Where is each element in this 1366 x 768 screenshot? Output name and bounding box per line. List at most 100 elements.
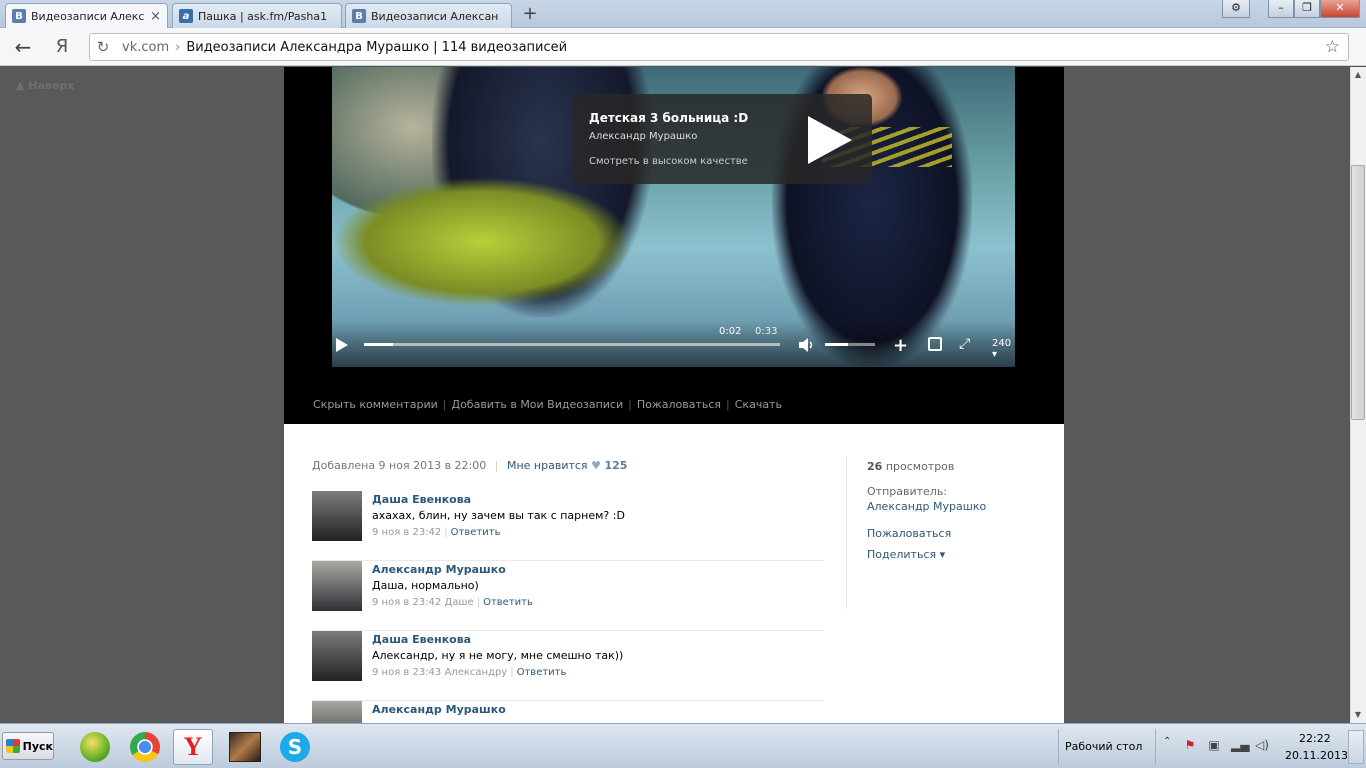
- views-count: 26 просмотров: [867, 460, 955, 473]
- scroll-up-arrow-icon[interactable]: ▲: [1352, 69, 1364, 81]
- loop-icon[interactable]: [928, 337, 942, 351]
- video-author[interactable]: Александр Мурашко: [589, 131, 697, 142]
- vk-favicon-icon: В: [12, 9, 26, 23]
- avatar[interactable]: [312, 561, 362, 611]
- avatar[interactable]: [312, 491, 362, 541]
- play-icon[interactable]: [335, 337, 349, 353]
- like-count: 125: [604, 459, 628, 472]
- comments-panel: Добавлена 9 ноя 2013 в 22:00 | Мне нрави…: [284, 424, 1064, 723]
- add-to-my-videos-link[interactable]: Добавить в Мои Видеозаписи: [451, 398, 623, 411]
- comment-author[interactable]: Даша Евенкова: [372, 633, 471, 646]
- yandex-logo-icon[interactable]: Я: [52, 36, 72, 58]
- avatar[interactable]: [312, 701, 362, 723]
- minimize-button[interactable]: –: [1268, 0, 1294, 18]
- comment-date: 9 ноя в 23:42 Даше | Ответить: [372, 597, 533, 608]
- volume-tray-icon[interactable]: ◁): [1255, 738, 1269, 752]
- comment-author[interactable]: Александр Мурашко: [372, 703, 506, 716]
- action-center-flag-icon[interactable]: ⚑: [1183, 738, 1197, 752]
- new-tab-button[interactable]: +: [519, 4, 541, 24]
- added-date: Добавлена 9 ноя 2013 в 22:00: [312, 459, 487, 472]
- yandex-browser-icon: Y: [183, 732, 203, 761]
- reply-link[interactable]: Ответить: [451, 527, 501, 538]
- show-desktop-button[interactable]: [1348, 730, 1364, 764]
- hq-link[interactable]: Смотреть в высоком качестве: [589, 156, 748, 167]
- browser-toolbar: ← Я ↻ vk.com › Видеозаписи Александра Му…: [0, 28, 1366, 66]
- volume-slider[interactable]: [825, 343, 875, 346]
- volume-icon[interactable]: [798, 337, 814, 353]
- sender-name-link[interactable]: Александр Мурашко: [867, 500, 986, 513]
- video-sidebar: 26 просмотров Отправитель: Александр Мур…: [846, 457, 1026, 609]
- duration: 0:33: [755, 326, 778, 337]
- desktop-toolbar[interactable]: Рабочий стол: [1058, 729, 1156, 765]
- video-meta: Добавлена 9 ноя 2013 в 22:00 | Мне нрави…: [312, 459, 628, 472]
- comment-author[interactable]: Даша Евенкова: [372, 493, 471, 506]
- fullscreen-icon[interactable]: ⤢: [959, 336, 970, 352]
- scroll-thumb[interactable]: [1351, 165, 1365, 420]
- comment-date: 9 ноя в 23:42 | Ответить: [372, 527, 501, 538]
- taskbar-app-yandex[interactable]: Y: [173, 729, 213, 765]
- like-link[interactable]: Мне нравится: [507, 459, 588, 472]
- clock-date[interactable]: 20.11.2013: [1285, 749, 1348, 762]
- tab-vk-videos[interactable]: В Видеозаписи Александ ×: [5, 3, 168, 28]
- address-page-title: Видеозаписи Александра Мурашко | 114 вид…: [186, 39, 568, 55]
- video-player-box: Детская 3 больница :D Александр Мурашко …: [284, 67, 1064, 424]
- download-link[interactable]: Скачать: [735, 398, 782, 411]
- start-button[interactable]: Пуск: [2, 732, 54, 760]
- reload-icon[interactable]: ↻: [90, 38, 116, 56]
- volume-fill: [825, 343, 848, 346]
- comment-item: Даша Евенкова ахахах, блин, ну зачем вы …: [312, 491, 824, 561]
- taskbar-app-chrome[interactable]: [125, 729, 165, 765]
- quality-select[interactable]: 240 ▾: [992, 338, 1015, 360]
- back-arrow-icon[interactable]: ←: [10, 36, 36, 58]
- comment-author[interactable]: Александр Мурашко: [372, 563, 506, 576]
- bookmark-star-icon[interactable]: ☆: [1325, 37, 1340, 57]
- comment-item: Александр Мурашко Даша, нормально) 9 ноя…: [312, 561, 824, 631]
- comment-item: Александр Мурашко: [312, 701, 824, 723]
- big-play-icon[interactable]: [804, 114, 854, 166]
- close-window-button[interactable]: ✕: [1320, 0, 1360, 18]
- reply-link[interactable]: Ответить: [517, 667, 567, 678]
- chrome-icon: [130, 732, 160, 762]
- video-frame[interactable]: Детская 3 больница :D Александр Мурашко …: [332, 67, 1015, 367]
- comment-text: ахахах, блин, ну зачем вы так с парнем? …: [372, 509, 625, 522]
- video-info-overlay: Детская 3 больница :D Александр Мурашко …: [572, 94, 872, 184]
- heart-icon[interactable]: ♥: [591, 459, 601, 472]
- tab-title: Видеозаписи Алексан: [371, 9, 499, 23]
- progress-bar[interactable]: [364, 343, 780, 346]
- network-signal-icon[interactable]: ▂▄: [1231, 738, 1249, 752]
- tray-expand-icon[interactable]: ⌃: [1163, 736, 1171, 747]
- video-scene: [332, 177, 632, 307]
- add-to-videos-icon[interactable]: +: [893, 335, 908, 356]
- report-sidebar-link[interactable]: Пожаловаться: [867, 527, 951, 540]
- browser-tab-bar: В Видеозаписи Александ × a Пашка | ask.f…: [0, 0, 1366, 28]
- comment-date: 9 ноя в 23:43 Александру | Ответить: [372, 667, 567, 678]
- askfm-favicon-icon: a: [179, 9, 193, 23]
- settings-gear-icon[interactable]: ⚙: [1222, 0, 1250, 18]
- current-time: 0:02: [719, 326, 742, 337]
- report-link[interactable]: Пожаловаться: [637, 398, 721, 411]
- taskbar-app-skype[interactable]: S: [275, 729, 315, 765]
- avatar[interactable]: [312, 631, 362, 681]
- windows-logo-icon: [6, 739, 20, 753]
- tab-close-icon[interactable]: ×: [150, 9, 161, 24]
- restore-button[interactable]: ❐: [1294, 0, 1320, 18]
- address-host: vk.com: [122, 39, 170, 55]
- tab-askfm[interactable]: a Пашка | ask.fm/Pasha1: [172, 3, 342, 28]
- game-app-icon: [229, 732, 261, 762]
- hide-comments-link[interactable]: Скрыть комментарии: [313, 398, 438, 411]
- vk-favicon-icon: В: [352, 9, 366, 23]
- skype-icon: S: [280, 732, 310, 762]
- reply-link[interactable]: Ответить: [483, 597, 533, 608]
- taskbar-app-bittorrent[interactable]: [75, 729, 115, 765]
- scroll-down-arrow-icon[interactable]: ▼: [1352, 709, 1364, 721]
- clock-time[interactable]: 22:22: [1299, 732, 1331, 745]
- comment-item: Даша Евенкова Александр, ну я не могу, м…: [312, 631, 824, 701]
- video-actions: Скрыть комментарии | Добавить в Мои Видеоз…: [313, 398, 782, 411]
- share-dropdown[interactable]: Поделиться ▾: [867, 548, 945, 561]
- address-bar[interactable]: ↻ vk.com › Видеозаписи Александра Мурашк…: [89, 33, 1349, 61]
- tab-vk-videos-2[interactable]: В Видеозаписи Алексан: [345, 3, 512, 28]
- device-icon[interactable]: ▣: [1207, 738, 1221, 752]
- page-content: ▲ Наверх Детская 3 больница :D Александр…: [0, 67, 1350, 723]
- to-top-link[interactable]: ▲ Наверх: [16, 79, 74, 92]
- taskbar-app-game[interactable]: [225, 729, 265, 765]
